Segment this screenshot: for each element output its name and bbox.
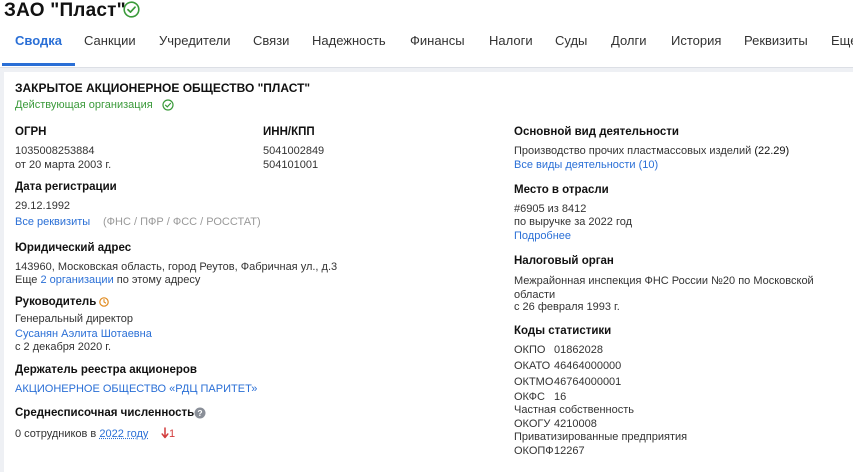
ogrn-label: ОГРН bbox=[15, 126, 47, 138]
rank-label: Место в отрасли bbox=[514, 184, 609, 196]
employees-year-link[interactable]: 2022 году bbox=[99, 428, 148, 440]
director-name-link[interactable]: Сусанян Аэлита Шотаевна bbox=[15, 327, 152, 341]
help-icon[interactable]: ? bbox=[194, 407, 206, 419]
employees-line: 0 сотрудников в 2022 году bbox=[15, 427, 148, 441]
activity-value: Производство прочих пластмассовых издели… bbox=[514, 145, 752, 157]
address-value: 143960, Московская область, город Реутов… bbox=[15, 261, 338, 273]
employees-count: 0 сотрудников в bbox=[15, 428, 97, 440]
director-label: Руководитель bbox=[15, 296, 97, 308]
okopf-value: 12267 bbox=[554, 445, 585, 457]
oktmo-value: 46764000001 bbox=[554, 376, 622, 388]
rank-more-link[interactable]: Подробнее bbox=[514, 229, 571, 243]
requisites-sources: (ФНС / ПФР / ФСС / РОССТАТ) bbox=[103, 216, 261, 228]
inn-value: 5041002849 bbox=[263, 145, 325, 157]
stats-label: Коды статистики bbox=[514, 325, 612, 337]
address-also-prefix: Еще bbox=[15, 274, 38, 286]
tab-founders[interactable]: Учредители bbox=[159, 33, 231, 67]
tax-since: с 26 февраля 1993 г. bbox=[514, 301, 620, 313]
tab-summary[interactable]: Сводка bbox=[2, 33, 75, 67]
okogu-value: 4210008 bbox=[554, 418, 597, 430]
registry-holder-link[interactable]: АКЦИОНЕРНОЕ ОБЩЕСТВО «РДЦ ПАРИТЕТ» bbox=[15, 382, 257, 396]
employees-label: Среднесписочная численность bbox=[15, 407, 195, 419]
activity-line: Производство прочих пластмассовых издели… bbox=[514, 144, 789, 158]
status-check-icon bbox=[162, 99, 174, 111]
rank-value: #6905 из 8412 bbox=[514, 203, 587, 215]
clock-icon[interactable] bbox=[99, 297, 109, 307]
all-requisites-link[interactable]: Все реквизиты bbox=[15, 215, 90, 229]
okfs-desc: Частная собственность bbox=[514, 404, 635, 416]
verified-check-icon bbox=[123, 1, 140, 18]
employees-delta: 1 bbox=[169, 428, 176, 440]
svg-text:?: ? bbox=[197, 408, 202, 418]
address-label: Юридический адрес bbox=[15, 242, 132, 254]
director-position: Генеральный директор bbox=[15, 313, 133, 325]
okpo-key: ОКПО bbox=[514, 344, 546, 356]
inn-label: ИНН/КПП bbox=[263, 126, 315, 138]
oktmo-key: ОКТМО bbox=[514, 376, 554, 388]
okopf-key: ОКОПФ bbox=[514, 445, 554, 457]
tab-sanctions[interactable]: Санкции bbox=[84, 33, 136, 67]
okfs-key: ОКФС bbox=[514, 391, 545, 403]
activity-code: (22.29) bbox=[754, 145, 790, 157]
tab-bar: Сводка Санкции Учредители Связи Надежнос… bbox=[0, 33, 853, 67]
address-also-line: Еще 2 организации по этому адресу bbox=[15, 273, 200, 287]
okogu-desc: Приватизированные предприятия bbox=[514, 431, 688, 443]
ogrn-date: от 20 марта 2003 г. bbox=[15, 159, 112, 171]
tab-courts[interactable]: Суды bbox=[555, 33, 587, 67]
okato-key: ОКАТО bbox=[514, 360, 551, 372]
tab-connections[interactable]: Связи bbox=[253, 33, 289, 67]
company-status: Действующая организация bbox=[15, 99, 153, 111]
registration-date: 29.12.1992 bbox=[15, 200, 71, 212]
registry-label: Держатель реестра акционеров bbox=[15, 364, 197, 376]
page-header: ЗАО "Пласт" Сводка Санкции Учредители Св… bbox=[0, 0, 853, 68]
rank-basis: по выручке за 2022 год bbox=[514, 216, 633, 228]
tax-line1: Межрайонная инспекция ФНС России №20 по … bbox=[514, 275, 814, 287]
ogrn-value: 1035008253884 bbox=[15, 145, 95, 157]
registration-label: Дата регистрации bbox=[15, 181, 117, 193]
page-title: ЗАО "Пласт" bbox=[4, 0, 126, 21]
director-since: с 2 декабря 2020 г. bbox=[15, 341, 111, 353]
same-address-orgs-link[interactable]: 2 организации bbox=[40, 274, 113, 286]
summary-card: ЗАКРЫТОЕ АКЦИОНЕРНОЕ ОБЩЕСТВО "ПЛАСТ" Де… bbox=[4, 72, 853, 472]
arrow-down-icon bbox=[161, 427, 169, 439]
tab-history[interactable]: История bbox=[671, 33, 721, 67]
tax-label: Налоговый орган bbox=[514, 255, 614, 267]
address-also-suffix: по этому адресу bbox=[116, 274, 201, 286]
okato-value: 46464000000 bbox=[554, 360, 622, 372]
tab-finance[interactable]: Финансы bbox=[410, 33, 465, 67]
all-activities-link[interactable]: Все виды деятельности (10) bbox=[514, 158, 658, 172]
company-full-name: ЗАКРЫТОЕ АКЦИОНЕРНОЕ ОБЩЕСТВО "ПЛАСТ" bbox=[15, 81, 311, 95]
kpp-value: 504101001 bbox=[263, 159, 319, 171]
tab-debts[interactable]: Долги bbox=[611, 33, 646, 67]
okogu-key: ОКОГУ bbox=[514, 418, 551, 430]
tab-more[interactable]: Еще bbox=[831, 33, 853, 67]
tab-requisites[interactable]: Реквизиты bbox=[744, 33, 808, 67]
activity-label: Основной вид деятельности bbox=[514, 126, 679, 138]
okfs-value: 16 bbox=[554, 391, 567, 403]
tab-reliability[interactable]: Надежность bbox=[312, 33, 386, 67]
okpo-value: 01862028 bbox=[554, 344, 603, 356]
tab-taxes[interactable]: Налоги bbox=[489, 33, 533, 67]
